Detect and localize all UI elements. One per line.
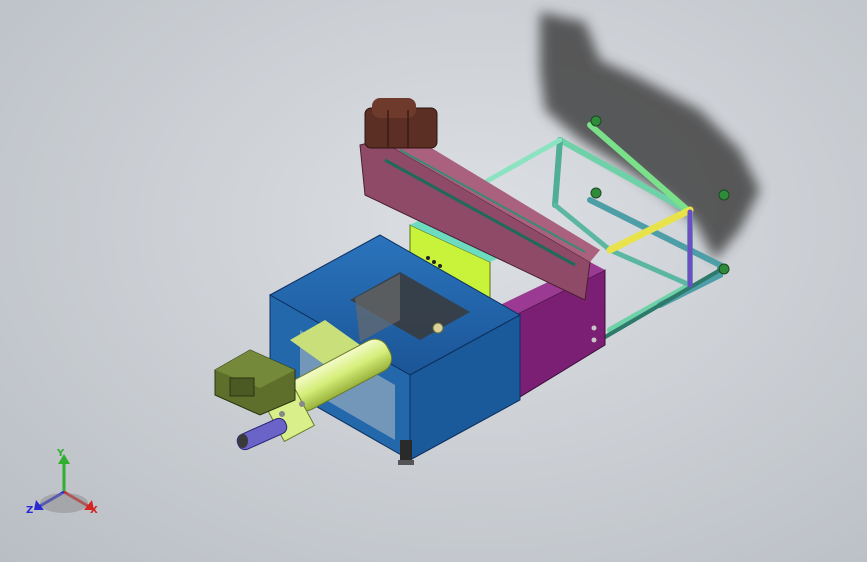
axis-label-y: Y [57,448,65,459]
drive-motor[interactable] [364,98,438,149]
axis-label-z: Z [26,505,34,516]
axis-label-x: X [90,505,98,516]
base-foot [398,440,414,465]
triad-base [40,493,88,513]
cad-viewport[interactable]: Y X Z [0,0,867,562]
triad-axis-y [58,454,70,492]
piston-rod[interactable] [235,416,289,452]
model-scene[interactable] [0,0,867,562]
orientation-triad[interactable]: Y X Z [22,448,106,524]
